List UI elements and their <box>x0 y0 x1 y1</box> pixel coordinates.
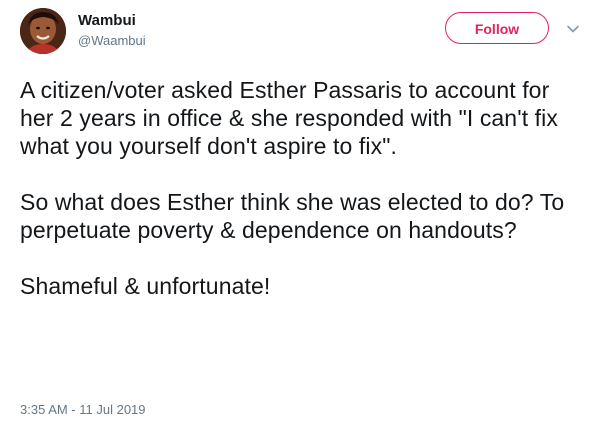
avatar[interactable] <box>20 8 66 54</box>
avatar-image <box>20 8 66 54</box>
chevron-down-icon[interactable] <box>566 22 580 36</box>
author-info: Wambui @Waambui <box>78 12 146 50</box>
tweet-text: A citizen/voter asked Esther Passaris to… <box>20 76 580 300</box>
tweet-paragraph-1: A citizen/voter asked Esther Passaris to… <box>20 77 565 159</box>
follow-button[interactable]: Follow <box>445 12 549 44</box>
author-handle[interactable]: @Waambui <box>78 32 146 50</box>
tweet-paragraph-3: Shameful & unfortunate! <box>20 273 271 299</box>
author-display-name[interactable]: Wambui <box>78 12 146 30</box>
tweet-timestamp[interactable]: 3:35 AM - 11 Jul 2019 <box>20 402 146 418</box>
tweet-card: Wambui @Waambui Follow A citizen/voter a… <box>0 0 598 424</box>
tweet-paragraph-2: So what does Esther think she was electe… <box>20 189 571 243</box>
